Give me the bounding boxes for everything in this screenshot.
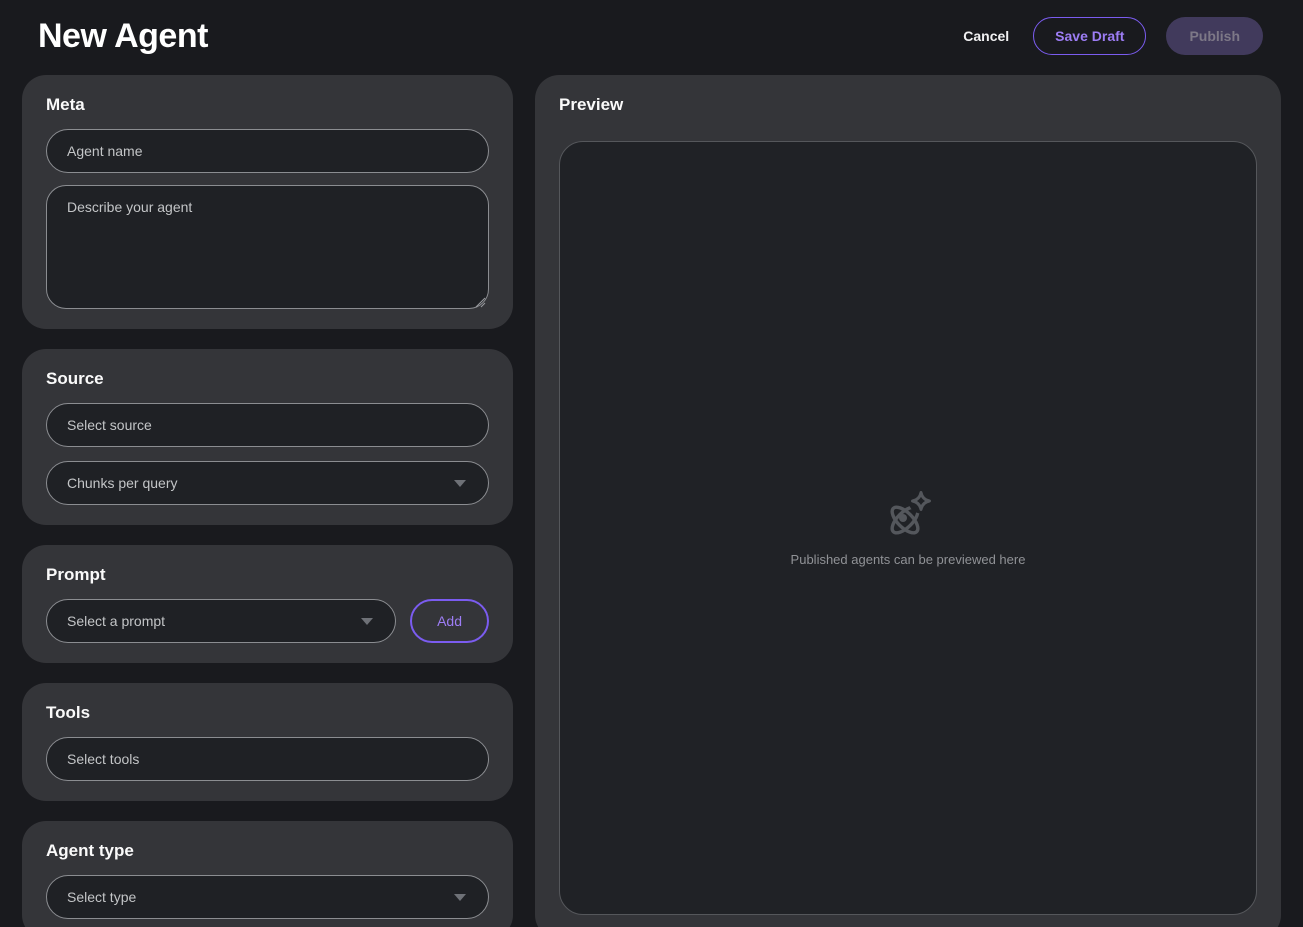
prompt-select-placeholder: Select a prompt	[67, 613, 165, 629]
preview-card-title: Preview	[559, 95, 1257, 115]
source-card-title: Source	[46, 369, 489, 389]
chunks-select-placeholder: Chunks per query	[67, 475, 178, 491]
source-select-placeholder: Select source	[67, 417, 152, 433]
agent-name-input[interactable]	[46, 129, 489, 173]
agent-type-card: Agent type Select type	[22, 821, 513, 927]
header-actions: Cancel Save Draft Publish	[959, 17, 1263, 55]
preview-card: Preview Published agents can be previewe…	[535, 75, 1281, 927]
preview-panel: Published agents can be previewed here	[559, 141, 1257, 915]
tools-card: Tools Select tools	[22, 683, 513, 801]
prompt-card: Prompt Select a prompt Add	[22, 545, 513, 663]
cancel-button[interactable]: Cancel	[959, 20, 1013, 52]
form-column: Meta Source Select source Chunks per que…	[22, 75, 513, 927]
agent-type-card-title: Agent type	[46, 841, 489, 861]
tools-select[interactable]: Select tools	[46, 737, 489, 781]
chevron-down-icon	[361, 618, 373, 625]
agent-type-select-placeholder: Select type	[67, 889, 136, 905]
publish-button[interactable]: Publish	[1166, 17, 1263, 55]
chevron-down-icon	[454, 894, 466, 901]
save-draft-button[interactable]: Save Draft	[1033, 17, 1146, 55]
prompt-select[interactable]: Select a prompt	[46, 599, 396, 643]
agent-type-select[interactable]: Select type	[46, 875, 489, 919]
agent-description-wrap	[46, 185, 489, 309]
page-header: New Agent Cancel Save Draft Publish	[0, 0, 1303, 68]
meta-card-title: Meta	[46, 95, 489, 115]
chevron-down-icon	[454, 480, 466, 487]
preview-column: Preview Published agents can be previewe…	[535, 75, 1281, 927]
prompt-card-title: Prompt	[46, 565, 489, 585]
prompt-row: Select a prompt Add	[46, 599, 489, 643]
preview-empty-text: Published agents can be previewed here	[791, 552, 1026, 567]
main-content: Meta Source Select source Chunks per que…	[0, 75, 1303, 927]
source-card: Source Select source Chunks per query	[22, 349, 513, 525]
meta-card: Meta	[22, 75, 513, 329]
chunks-per-query-select[interactable]: Chunks per query	[46, 461, 489, 505]
tools-card-title: Tools	[46, 703, 489, 723]
page-title: New Agent	[38, 17, 208, 56]
source-select[interactable]: Select source	[46, 403, 489, 447]
agent-description-textarea[interactable]	[46, 185, 489, 309]
atom-sparkle-icon	[882, 490, 934, 540]
tools-select-placeholder: Select tools	[67, 751, 139, 767]
add-prompt-button[interactable]: Add	[410, 599, 489, 643]
